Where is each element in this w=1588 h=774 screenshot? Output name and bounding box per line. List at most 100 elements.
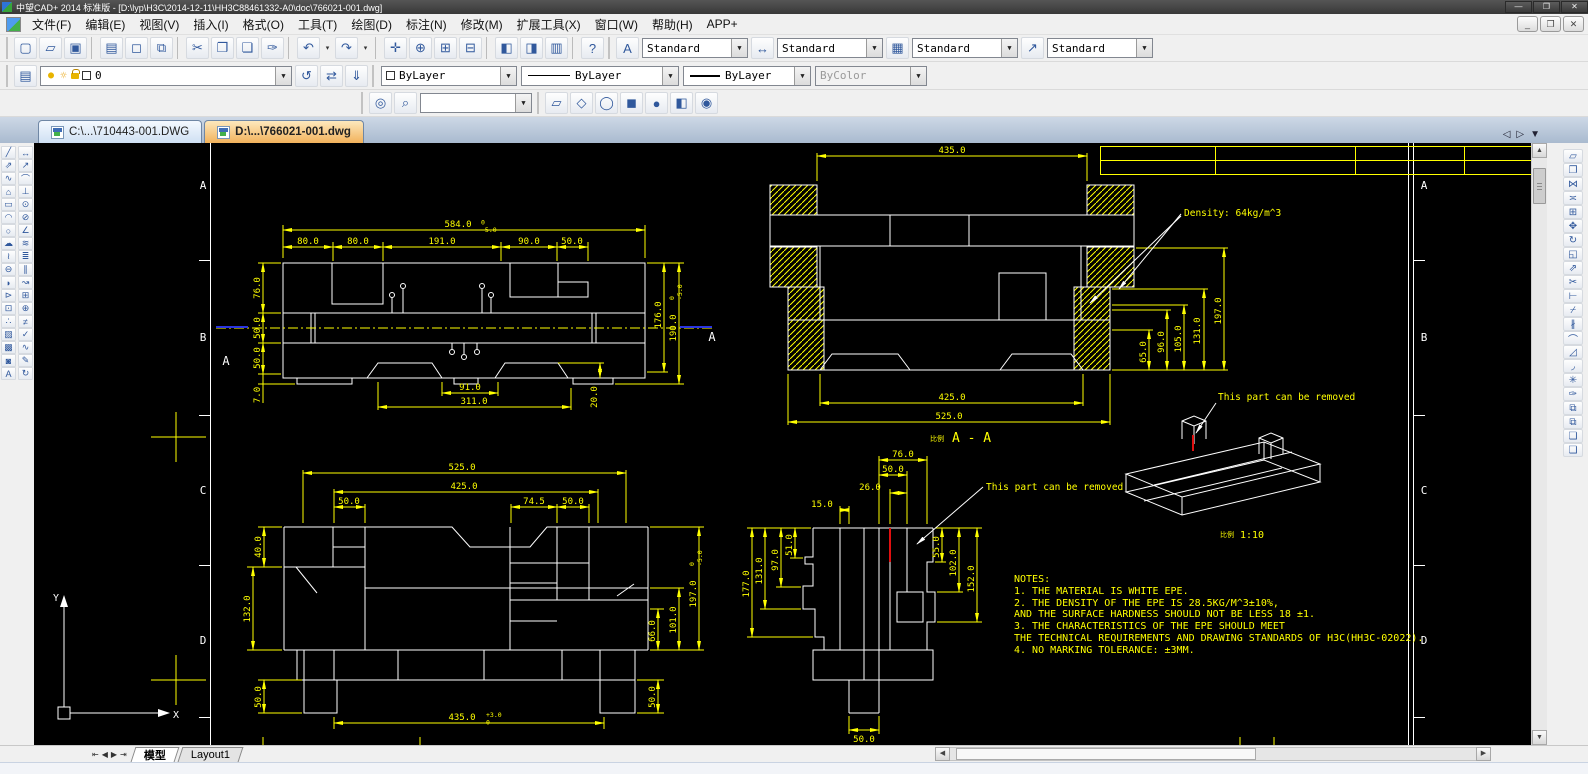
quick-leader-icon[interactable]: ↝ — [18, 276, 33, 289]
menu-dimension[interactable]: 标注(N) — [399, 14, 454, 35]
horizontal-scroll-track[interactable] — [950, 747, 1476, 761]
layer-manager-icon[interactable]: ▤ — [14, 65, 37, 87]
menu-app-plus[interactable]: APP+ — [700, 15, 745, 33]
polyline-icon[interactable]: ∿ — [1, 172, 16, 185]
color-combobox[interactable]: ByLayer ▼ — [381, 66, 517, 86]
trim-icon[interactable]: ✂ — [1563, 275, 1583, 289]
drawing-canvas[interactable]: A B C D A B C D — [34, 143, 1531, 745]
first-tab-icon[interactable]: ⇤ — [92, 750, 99, 759]
combo-caret-icon[interactable]: ▼ — [275, 67, 291, 85]
close-button[interactable]: ✕ — [1561, 1, 1588, 13]
combo-caret-icon[interactable]: ▼ — [1136, 39, 1152, 57]
layer-previous-icon[interactable]: ↺ — [295, 65, 318, 87]
join-icon[interactable]: ⌒ — [1563, 331, 1583, 345]
properties-icon[interactable]: ◧ — [495, 37, 518, 59]
stretch-icon[interactable]: ⇗ — [1563, 261, 1583, 275]
vertical-scroll-thumb[interactable] — [1533, 168, 1546, 204]
layer-lock-icon[interactable] — [71, 73, 79, 79]
separator[interactable] — [288, 37, 293, 59]
menu-file[interactable]: 文件(F) — [25, 14, 78, 35]
dim-linear-icon[interactable]: ↔ — [18, 146, 33, 159]
separator[interactable] — [486, 37, 491, 59]
layer-on-icon[interactable]: ● — [45, 70, 57, 81]
polygon-icon[interactable]: ⌂ — [1, 185, 16, 198]
fillet-icon[interactable]: ◞ — [1563, 359, 1583, 373]
insert-block-icon[interactable]: ⊳ — [1, 289, 16, 302]
print-icon[interactable]: ▤ — [100, 37, 123, 59]
restore-button[interactable]: ❐ — [1533, 1, 1560, 13]
break-icon[interactable]: ∦ — [1563, 317, 1583, 331]
break-at-point-icon[interactable]: ⌿ — [1563, 303, 1583, 317]
zoom-window-icon[interactable]: ⊞ — [434, 37, 457, 59]
chamfer-icon[interactable]: ◿ — [1563, 345, 1583, 359]
style-combobox[interactable]: Standard ▼ — [642, 38, 748, 58]
rectangle-icon[interactable]: ▭ — [1, 198, 16, 211]
point-icon[interactable]: ∴ — [1, 315, 16, 328]
dim-style-icon[interactable]: ↔ — [751, 37, 774, 59]
mdi-close-button[interactable]: ✕ — [1563, 16, 1584, 32]
draw-order-back-icon[interactable]: ⧉ — [1563, 415, 1583, 429]
mdi-minimize-button[interactable]: _ — [1517, 16, 1538, 32]
paste-icon[interactable]: ❏ — [236, 37, 259, 59]
doc-tab-766021[interactable]: D:\...\766021-001.dwg — [204, 120, 364, 143]
layer-translate-icon[interactable]: ⇄ — [320, 65, 343, 87]
2d-wireframe-icon[interactable]: ▱ — [545, 92, 568, 114]
menu-edit[interactable]: 编辑(E) — [78, 14, 132, 35]
gradient-icon[interactable]: ▩ — [1, 341, 16, 354]
zoom-scale-icon[interactable]: ⌕ — [394, 92, 417, 114]
revcloud-icon[interactable]: ☁ — [1, 237, 16, 250]
menu-help[interactable]: 帮助(H) — [645, 14, 700, 35]
hidden-icon[interactable]: ◯ — [595, 92, 618, 114]
table-style-icon[interactable]: ▦ — [886, 37, 909, 59]
copy-object-icon[interactable]: ❐ — [1563, 163, 1583, 177]
dim-update-icon[interactable]: ↻ — [18, 367, 33, 380]
prev-tab-icon[interactable]: ◀ — [102, 750, 108, 759]
help-icon[interactable]: ? — [581, 37, 604, 59]
open-file-icon[interactable]: ▱ — [39, 37, 62, 59]
combo-caret-icon[interactable]: ▼ — [866, 39, 882, 57]
zoom-realtime-icon[interactable]: ⊕ — [409, 37, 432, 59]
text-style-icon[interactable]: A — [616, 37, 639, 59]
offset-icon[interactable]: ≍ — [1563, 191, 1583, 205]
menu-modify[interactable]: 修改(M) — [454, 14, 510, 35]
dim-jog-icon[interactable]: ∿ — [18, 341, 33, 354]
dim-arc-length-icon[interactable]: ⌒ — [18, 172, 33, 185]
array-icon[interactable]: ⊞ — [1563, 205, 1583, 219]
ellipse-arc-icon[interactable]: ◗ — [1, 276, 16, 289]
dim-ordinate-icon[interactable]: ⊥ — [18, 185, 33, 198]
dim-break-icon[interactable]: ≠ — [18, 315, 33, 328]
combo-caret-icon[interactable]: ▼ — [731, 39, 747, 57]
print-preview-icon[interactable]: ◻ — [125, 37, 148, 59]
dim-baseline-icon[interactable]: ≣ — [18, 250, 33, 263]
line-icon[interactable]: ╱ — [1, 146, 16, 159]
region-icon[interactable]: ◙ — [1, 354, 16, 367]
flat-shaded-icon[interactable]: ◼ — [620, 92, 643, 114]
mleader-style-icon[interactable]: ↗ — [1021, 37, 1044, 59]
menu-window[interactable]: 窗口(W) — [588, 14, 645, 35]
publish-icon[interactable]: ⧉ — [150, 37, 173, 59]
rotate-icon[interactable]: ↻ — [1563, 233, 1583, 247]
horizontal-scroll-thumb[interactable] — [956, 748, 1256, 760]
combo-caret-icon[interactable]: ▼ — [794, 67, 810, 85]
spline-icon[interactable]: ≀ — [1, 250, 16, 263]
save-icon[interactable]: ▣ — [64, 37, 87, 59]
menu-express-tools[interactable]: 扩展工具(X) — [510, 14, 588, 35]
redo-icon[interactable]: ↷ — [335, 37, 358, 59]
gouraud-edges-icon[interactable]: ◉ — [695, 92, 718, 114]
linetype-combobox[interactable]: ByLayer ▼ — [521, 66, 679, 86]
doc-tab-710443[interactable]: C:\...\710443-001.DWG — [38, 120, 202, 143]
tab-scroll-left-icon[interactable]: ◁ — [1503, 129, 1511, 140]
edit-hatch-icon[interactable]: ✑ — [1563, 387, 1583, 401]
zoom-previous-icon[interactable]: ⊟ — [459, 37, 482, 59]
undo-dropdown-icon[interactable]: ▾ — [322, 37, 333, 59]
mdi-restore-button[interactable]: ❐ — [1540, 16, 1561, 32]
mtext-icon[interactable]: A — [1, 367, 16, 380]
next-tab-icon[interactable]: ▶ — [111, 750, 117, 759]
layer-isolate-icon[interactable]: ⇓ — [345, 65, 368, 87]
scroll-down-icon[interactable]: ▼ — [1532, 730, 1547, 745]
flat-edges-icon[interactable]: ◧ — [670, 92, 693, 114]
quick-dim-icon[interactable]: ≋ — [18, 237, 33, 250]
style-combobox[interactable]: Standard ▼ — [777, 38, 883, 58]
menu-draw[interactable]: 绘图(D) — [344, 14, 399, 35]
menu-format[interactable]: 格式(O) — [236, 14, 291, 35]
